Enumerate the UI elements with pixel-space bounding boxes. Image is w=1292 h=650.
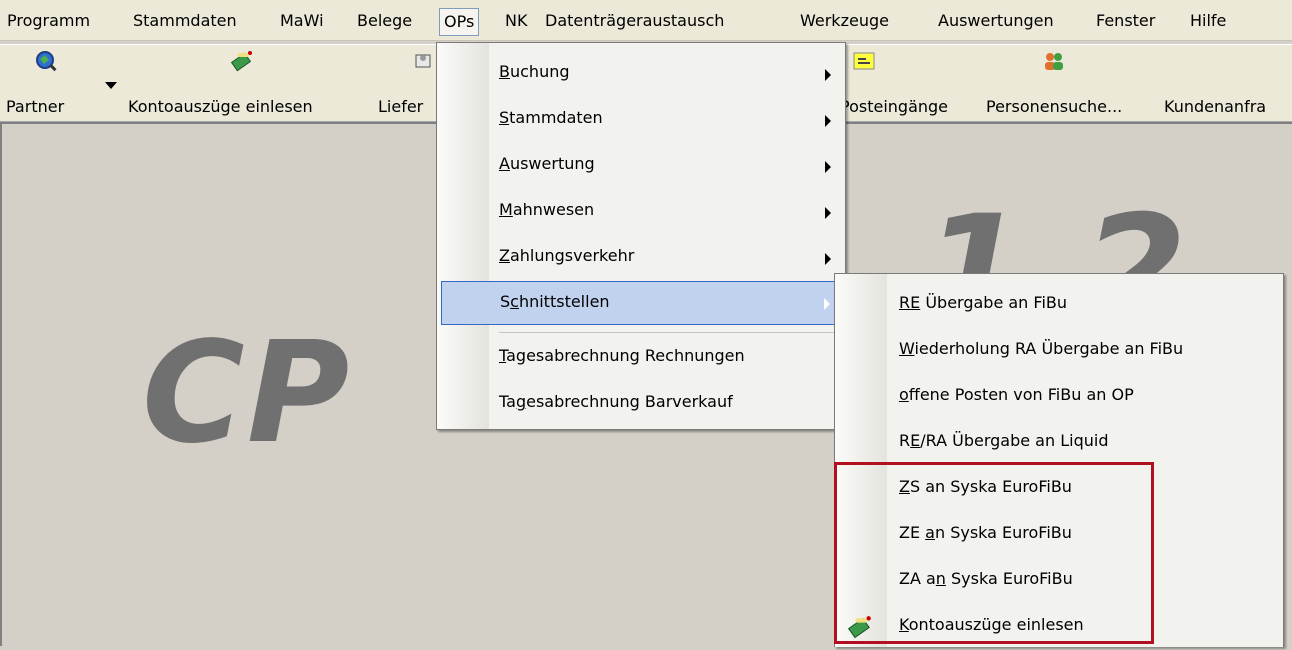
menu-item-tagesabrechnung-rechnungen[interactable]: Tagesabrechnung Rechnungen — [437, 335, 845, 381]
menu-programm[interactable]: Programm — [7, 9, 90, 33]
menu-item-buchung[interactable]: Buchung — [437, 51, 845, 97]
menu-belege[interactable]: Belege — [357, 9, 412, 33]
menu-item-re-ra-liquid[interactable]: RE/RA Übergabe an Liquid — [835, 420, 1283, 466]
annotation-highlight-box — [834, 462, 1154, 644]
submenu-arrow-icon — [825, 115, 831, 127]
menu-mawi[interactable]: MaWi — [280, 9, 324, 33]
kontoauszuege-button[interactable]: Kontoauszüge einlesen — [120, 45, 370, 121]
posteingaenge-button[interactable]: Posteingänge — [836, 45, 976, 121]
menu-ops[interactable]: OPs — [439, 8, 480, 36]
menu-werkzeuge[interactable]: Werkzeuge — [800, 9, 889, 33]
menu-item-zahlungsverkehr[interactable]: Zahlungsverkehr — [437, 235, 845, 281]
menu-nk[interactable]: NK — [505, 9, 527, 33]
menu-bar: Programm Stammdaten MaWi Belege OPs NK D… — [0, 0, 1292, 41]
menu-datentraegeraustausch[interactable]: Datenträgeraustausch — [545, 9, 724, 33]
delivery-icon — [415, 54, 431, 68]
personensuche-button[interactable]: Personensuche... — [982, 45, 1152, 121]
menu-item-tagesabrechnung-barverkauf[interactable]: Tagesabrechnung Barverkauf — [437, 381, 845, 427]
people-icon — [1045, 53, 1063, 70]
submenu-arrow-icon — [825, 207, 831, 219]
mail-inbox-icon — [853, 52, 875, 70]
background-logo-left: CP — [142, 312, 352, 475]
menu-stammdaten[interactable]: Stammdaten — [133, 9, 237, 33]
submenu-arrow-icon — [825, 161, 831, 173]
menu-separator — [499, 332, 839, 333]
partner-search-icon — [36, 51, 57, 72]
ops-dropdown-menu: Buchung Stammdaten Auswertung Mahnwesen … — [436, 42, 846, 430]
menu-item-offene-posten[interactable]: offene Posten von FiBu an OP — [835, 374, 1283, 420]
kontoauszuege-label: Kontoauszüge einlesen — [128, 97, 313, 116]
personensuche-label: Personensuche... — [986, 97, 1123, 116]
liefer-button[interactable]: Liefer — [376, 45, 436, 121]
kundenanfrage-button[interactable]: Kundenanfra — [1160, 45, 1292, 121]
menu-item-stammdaten[interactable]: Stammdaten — [437, 97, 845, 143]
bank-statement-icon — [230, 51, 252, 72]
submenu-arrow-icon — [825, 253, 831, 265]
posteingaenge-label: Posteingänge — [840, 97, 949, 116]
partner-button[interactable]: Partner — [0, 45, 120, 121]
menu-item-wiederholung-ra-uebergabe[interactable]: Wiederholung RA Übergabe an FiBu — [835, 328, 1283, 374]
partner-dropdown-arrow-icon[interactable] — [105, 82, 117, 89]
menu-item-auswertung[interactable]: Auswertung — [437, 143, 845, 189]
submenu-arrow-icon — [825, 69, 831, 81]
liefer-label: Liefer — [378, 97, 424, 116]
menu-item-mahnwesen[interactable]: Mahnwesen — [437, 189, 845, 235]
submenu-arrow-icon — [824, 298, 830, 310]
menu-item-schnittstellen[interactable]: Schnittstellen — [441, 281, 841, 325]
menu-auswertungen[interactable]: Auswertungen — [938, 9, 1054, 33]
menu-hilfe[interactable]: Hilfe — [1190, 9, 1226, 33]
menu-fenster[interactable]: Fenster — [1096, 9, 1155, 33]
partner-label: Partner — [6, 97, 65, 116]
kundenanfrage-label: Kundenanfra — [1164, 97, 1267, 116]
menu-item-re-uebergabe-fibu[interactable]: RE Übergabe an FiBu — [835, 282, 1283, 328]
